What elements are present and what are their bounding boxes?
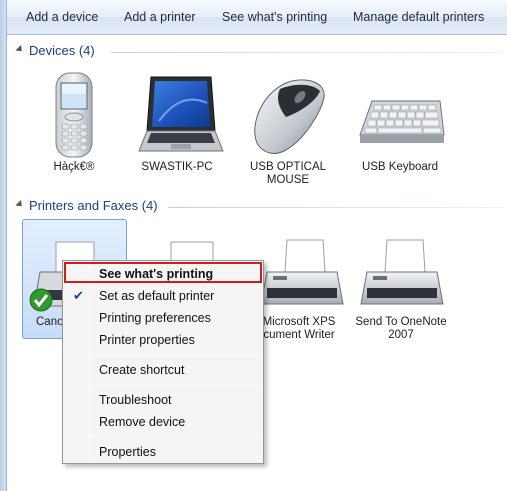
device-item-mouse[interactable]: USB OPTICAL MOUSE — [240, 71, 336, 187]
menu-item-troubleshoot[interactable]: Troubleshoot — [65, 389, 261, 411]
printer-icon — [253, 236, 349, 316]
devices-group-title: Devices (4) — [29, 43, 95, 58]
printer-label: Send To OneNote 2007 — [355, 316, 447, 341]
printer-item-xps[interactable]: Microsoft XPS cument Writer — [253, 236, 349, 342]
collapse-arrow-icon[interactable] — [15, 199, 25, 210]
keyboard-icon — [352, 71, 448, 161]
menu-item-printing-preferences[interactable]: Printing preferences — [65, 307, 261, 329]
printer-label: Microsoft XPS cument Writer — [262, 316, 336, 341]
add-device-button[interactable]: Add a device — [26, 10, 98, 24]
laptop-icon — [129, 71, 225, 161]
menu-separator — [93, 355, 259, 356]
mobile-phone-icon — [26, 71, 122, 161]
printers-group-header[interactable]: Printers and Faxes (4) — [15, 197, 506, 217]
device-item-keyboard[interactable]: USB Keyboard — [352, 71, 448, 174]
see-whats-printing-button[interactable]: See what's printing — [222, 10, 327, 24]
checkmark-icon: ✔ — [73, 288, 84, 303]
add-printer-button[interactable]: Add a printer — [124, 10, 196, 24]
menu-separator — [93, 437, 259, 438]
device-item-laptop[interactable]: SWASTIK-PC — [129, 71, 225, 174]
devices-group-header[interactable]: Devices (4) — [15, 42, 506, 62]
menu-item-label: Set as default printer — [99, 289, 215, 303]
menu-item-set-default-printer[interactable]: ✔ Set as default printer — [65, 285, 261, 307]
menu-item-remove-device[interactable]: Remove device — [65, 411, 261, 433]
menu-separator — [93, 385, 259, 386]
menu-item-create-shortcut[interactable]: Create shortcut — [65, 359, 261, 381]
command-bar: Add a device Add a printer See what's pr… — [7, 0, 507, 35]
highlight-box — [64, 262, 262, 283]
printer-icon — [353, 236, 449, 316]
device-label: USB Keyboard — [361, 161, 439, 173]
printers-group-title: Printers and Faxes (4) — [29, 198, 158, 213]
menu-item-printer-properties[interactable]: Printer properties — [65, 329, 261, 351]
device-label: Hàçk€® — [53, 161, 95, 173]
group-divider — [111, 52, 506, 53]
device-item-phone[interactable]: Hàçk€® — [26, 71, 122, 174]
printer-context-menu: See what's printing ✔ Set as default pri… — [62, 260, 264, 464]
printer-item-onenote[interactable]: Send To OneNote 2007 — [353, 236, 449, 342]
menu-item-properties[interactable]: Properties — [65, 441, 261, 463]
group-divider — [168, 207, 506, 208]
device-label: USB OPTICAL MOUSE — [249, 161, 327, 186]
default-check-icon — [29, 288, 53, 312]
manage-default-printers-button[interactable]: Manage default printers — [353, 10, 484, 24]
collapse-arrow-icon[interactable] — [15, 44, 25, 55]
device-label: SWASTIK-PC — [141, 161, 213, 173]
mouse-icon — [240, 71, 336, 161]
window-left-frame — [0, 0, 7, 491]
